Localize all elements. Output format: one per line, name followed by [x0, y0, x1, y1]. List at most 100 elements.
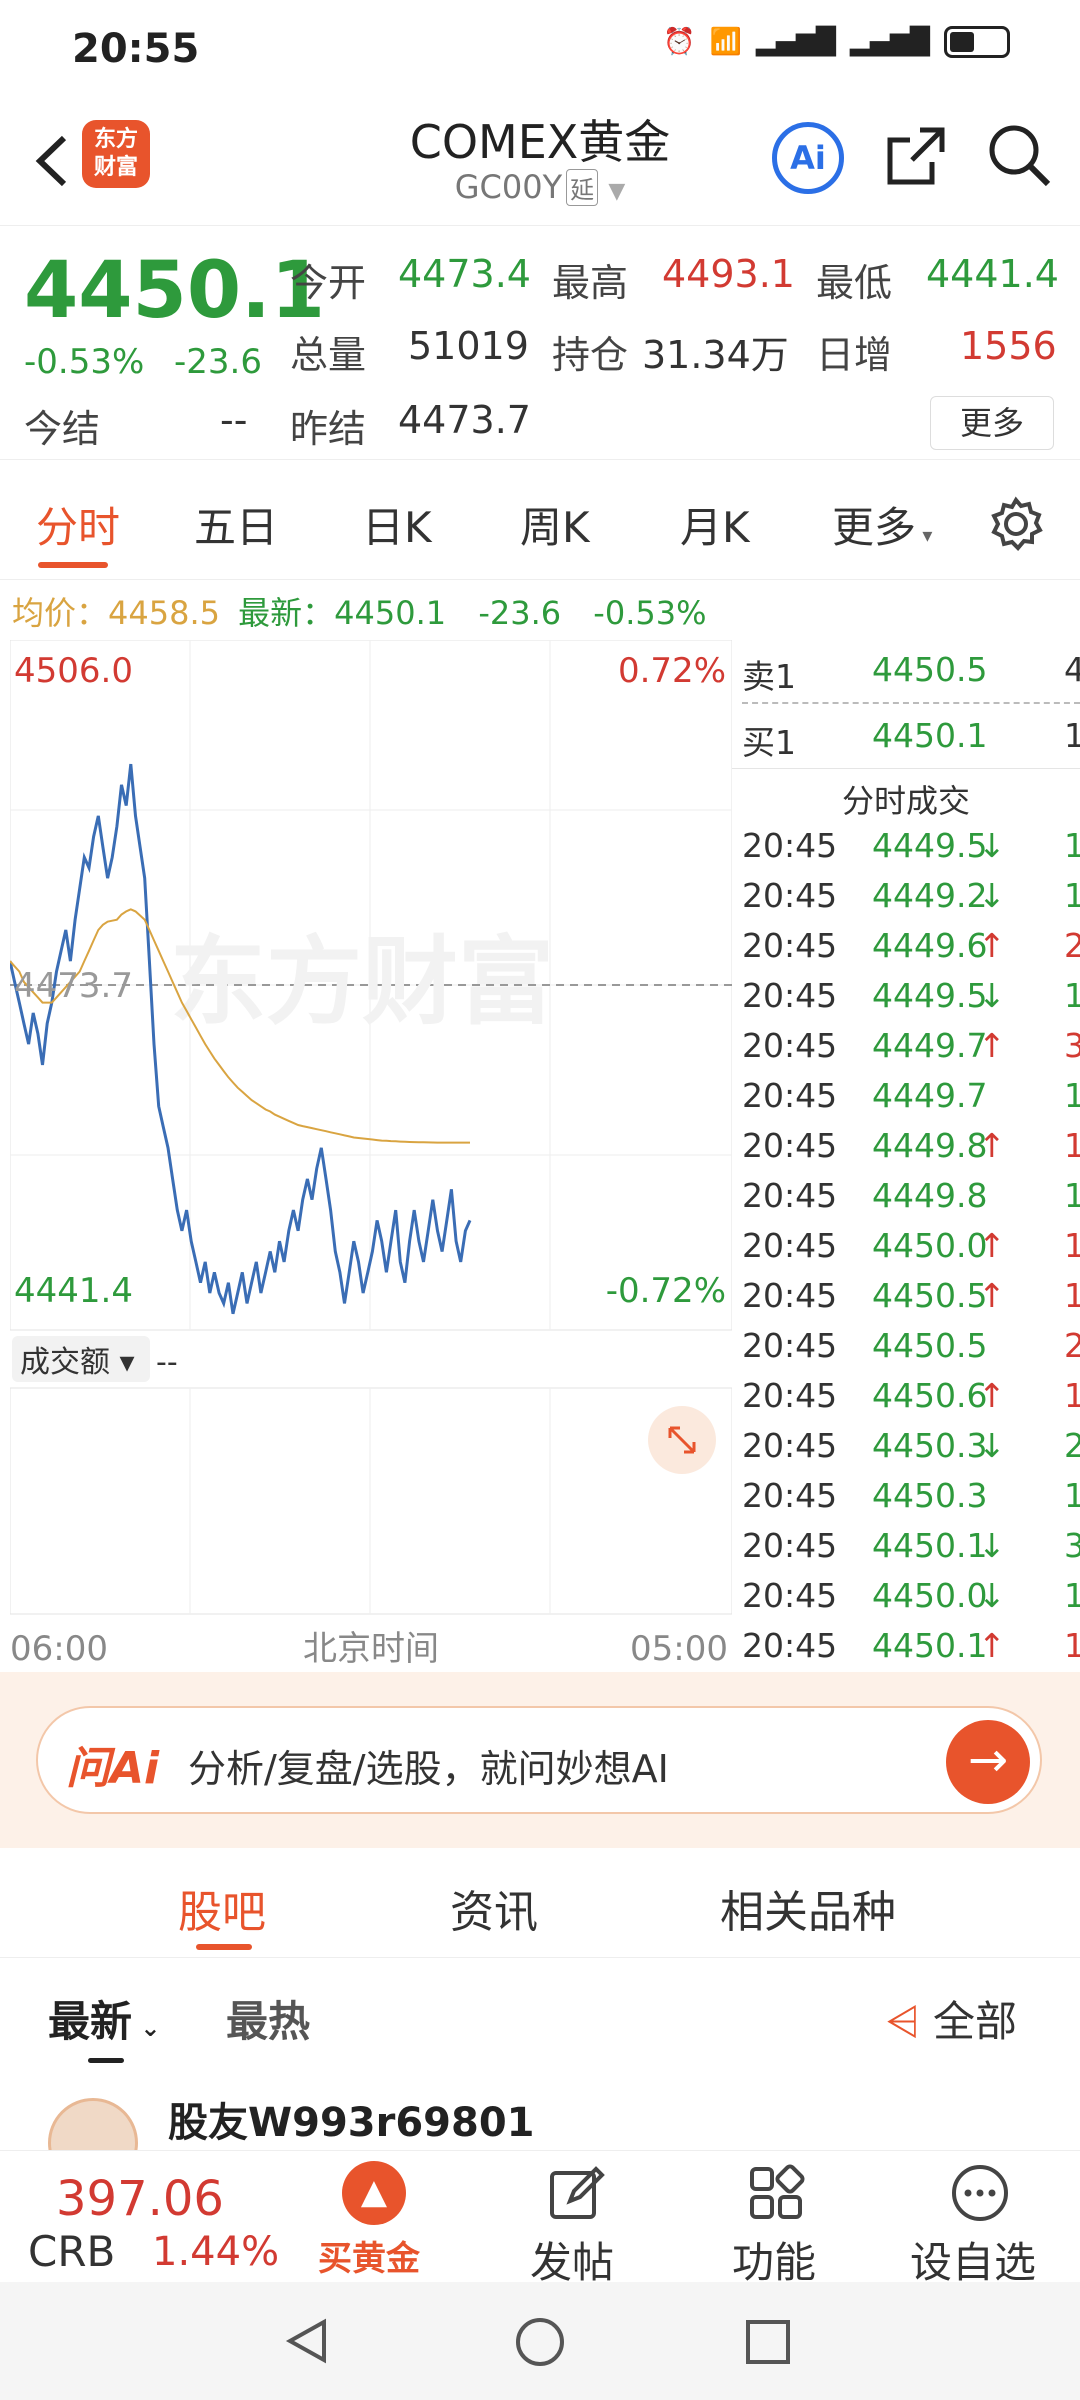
trade-price: 4450.5 [872, 1326, 988, 1365]
ai-brand: 问Ai [66, 1743, 160, 1794]
tab-related[interactable]: 相关品种 [720, 1876, 896, 1940]
filter-latest[interactable]: 最新 ⌄ [48, 1988, 160, 2049]
arrow-down-icon: ↓ [978, 876, 1006, 915]
arrow-down-icon: ↓ [978, 1426, 1006, 1465]
dropdown-icon: ▾ [916, 523, 933, 547]
delay-tag: 延 [566, 169, 599, 206]
trade-qty: 1 [1064, 1626, 1080, 1665]
trade-row: 20:45 4450.5 ↑ 1 [742, 1276, 1080, 1326]
battery-icon [944, 26, 1010, 58]
nav-recents-icon[interactable] [744, 2318, 792, 2366]
open-interest-label: 持仓 [552, 333, 629, 377]
trade-time: 20:45 [742, 1376, 838, 1415]
arrow-up-icon: ↑ [978, 1376, 1006, 1415]
crb-value[interactable]: 397.06 [56, 2171, 224, 2227]
filter-hot[interactable]: 最热 [226, 1988, 310, 2049]
filter-all[interactable]: ⩤ 全部 [886, 1988, 1017, 2049]
arrow-down-icon: ↓ [978, 1576, 1006, 1615]
arrow-down-icon: ↓ [978, 1526, 1006, 1565]
trade-qty: 1 [1064, 976, 1080, 1015]
trade-time: 20:45 [742, 926, 838, 965]
arrow-right-icon[interactable]: → [946, 1720, 1030, 1804]
more-button[interactable]: 更多 [930, 396, 1054, 450]
trade-qty: 1 [1064, 1176, 1080, 1215]
trade-price: 4449.5 [872, 826, 988, 865]
trade-qty: 2 [1064, 1426, 1080, 1465]
tab-news[interactable]: 资讯 [450, 1876, 538, 1940]
volume-label: 成交额 ▾ [20, 1345, 135, 1380]
trade-row: 20:45 4449.5 ↓ 1 [742, 976, 1080, 1026]
tab-monthly-k[interactable]: 月K [680, 494, 750, 555]
trade-qty: 1 [1064, 1376, 1080, 1415]
settings-icon[interactable] [988, 496, 1044, 552]
prev-settle-value: 4473.7 [398, 398, 531, 442]
trade-price: 4449.8 [872, 1126, 988, 1165]
nav-back-icon[interactable] [282, 2316, 332, 2366]
gold-bar-icon[interactable]: ▲ [342, 2161, 406, 2225]
status-bar: 20:55 ⏰ 📶 ▂▄▆█ ▂▄▆█ [0, 0, 1080, 96]
trade-price: 4449.7 [872, 1076, 988, 1115]
function-button[interactable]: 功能 [732, 2229, 816, 2290]
trade-price: 4450.5 [872, 1276, 988, 1315]
crb-percent[interactable]: 1.44% [152, 2229, 279, 2275]
trade-qty: 1 [1064, 1276, 1080, 1315]
trade-time: 20:45 [742, 1176, 838, 1215]
ai-ask-box[interactable]: 问Ai 分析/复盘/选股，就问妙想AI → [36, 1706, 1042, 1814]
tab-intraday[interactable]: 分时 [36, 494, 120, 555]
buy-gold-button[interactable]: 买黄金 [318, 2231, 420, 2280]
edit-icon[interactable] [546, 2163, 606, 2223]
latest-change: -23.6 [478, 594, 562, 632]
trade-price: 4449.6 [872, 926, 988, 965]
x-label-middle: 北京时间 [303, 1629, 439, 1669]
tab-daily-k[interactable]: 日K [362, 494, 432, 555]
daily-increase-value: 1556 [960, 324, 1057, 368]
tab-more[interactable]: 更多 ▾ [832, 494, 932, 555]
active-subtab-indicator [196, 1944, 252, 1950]
chart-svg: 东方财富 4506.0 0.72% 4473.7 4441.4 -0.72% 成交额 ▾ --… [8, 639, 733, 1669]
chevron-down-icon: ⌄ [132, 2014, 161, 2042]
trade-price: 4449.2 [872, 876, 988, 915]
alarm-icon: ⏰ [663, 27, 696, 57]
post-button[interactable]: 发帖 [530, 2229, 614, 2290]
quote-panel: 4450.1 -0.53% -23.6 今开 4473.4 最高 4493.1 … [0, 226, 1080, 460]
volume-label: 总量 [290, 333, 367, 377]
trade-qty: 3 [1064, 1526, 1080, 1565]
more-circle-icon[interactable] [948, 2161, 1012, 2225]
trade-time: 20:45 [742, 826, 838, 865]
arrow-up-icon: ↑ [978, 1276, 1006, 1315]
trade-row: 20:45 4450.1 ↓ 3 [742, 1526, 1080, 1576]
arrow-up-icon: ↑ [978, 926, 1006, 965]
y-label-bottom: 4441.4 [14, 1271, 133, 1311]
trade-price: 4450.0 [872, 1576, 988, 1615]
tab-five-day[interactable]: 五日 [194, 494, 278, 555]
crb-label[interactable]: CRB [28, 2227, 115, 2276]
tab-weekly-k[interactable]: 周K [520, 494, 590, 555]
trade-time: 20:45 [742, 1426, 838, 1465]
signal-icon-2: ▂▄▆█ [850, 27, 930, 57]
last-price: 4450.1 [24, 246, 325, 336]
trade-time: 20:45 [742, 1026, 838, 1065]
trade-time: 20:45 [742, 1226, 838, 1265]
open-value: 4473.4 [398, 252, 531, 296]
settle-label: 今结 [24, 407, 101, 451]
ai-button[interactable]: Ai [772, 122, 844, 194]
bid-label: 买1 [742, 723, 796, 762]
bid-price: 4450.1 [872, 716, 988, 755]
latest-value: 4450.1 [334, 594, 447, 632]
intraday-chart[interactable]: 东方财富 4506.0 0.72% 4473.7 4441.4 -0.72% 成交额 ▾ --… [8, 639, 733, 1669]
search-icon[interactable] [986, 122, 1054, 190]
trade-price: 4450.1 [872, 1626, 988, 1665]
apps-icon[interactable] [746, 2163, 806, 2223]
nav-home-icon[interactable] [514, 2316, 566, 2368]
tab-forum[interactable]: 股吧 [178, 1876, 266, 1940]
trade-row: 20:45 4449.8 ↑ 1 [742, 1126, 1080, 1176]
header: 东方 财富 COMEX黄金 GC00Y 延 ▼ Ai [0, 96, 1080, 226]
ask-price: 4450.5 [872, 650, 988, 689]
change-value: -23.6 [174, 342, 262, 382]
trade-price: 4450.3 [872, 1426, 988, 1465]
post-item[interactable]: 股友W993r69801 [0, 2070, 1080, 2150]
watermark: 东方财富 [170, 926, 554, 1038]
add-watchlist-button[interactable]: 设自选 [910, 2229, 1036, 2290]
volume-value: 51019 [408, 324, 529, 368]
share-icon[interactable] [884, 124, 948, 188]
